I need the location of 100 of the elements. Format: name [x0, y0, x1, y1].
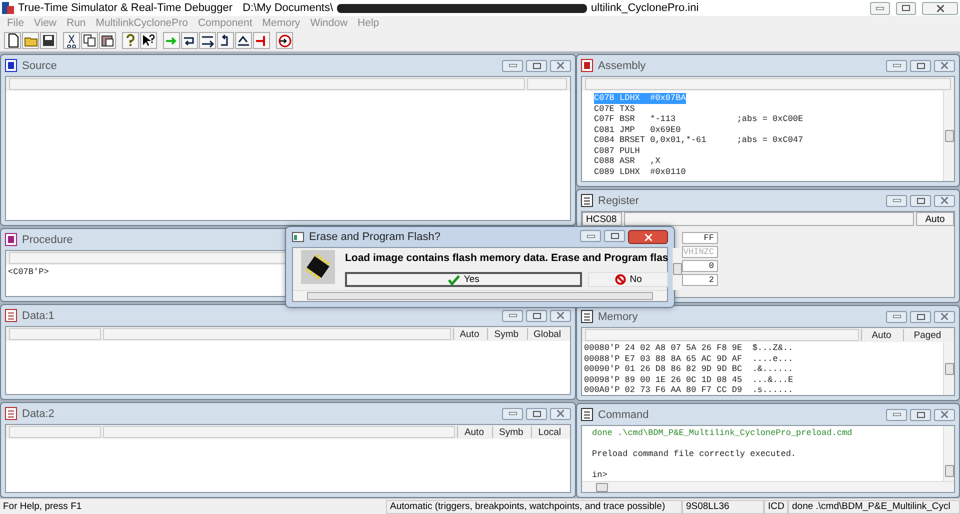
status-text: done .\cmd\BDM_P&E_Multilink_Cycl: [788, 500, 960, 514]
horizontal-scrollbar[interactable]: [582, 481, 954, 492]
maximize-button[interactable]: [910, 310, 931, 322]
minimize-icon: [586, 234, 594, 238]
toolbar-button[interactable]: [276, 32, 293, 49]
close-button[interactable]: [628, 230, 668, 244]
column-header[interactable]: Local: [531, 426, 567, 438]
restore-icon: [916, 314, 924, 320]
maximize-button[interactable]: [910, 408, 931, 420]
maximize-button[interactable]: [604, 230, 625, 242]
minimize-button[interactable]: [886, 310, 907, 322]
assembly-line[interactable]: C07E TXS: [594, 104, 941, 114]
toolbar-button[interactable]: [217, 32, 234, 49]
toolbar-button[interactable]: [99, 32, 116, 49]
procedure-window-icon: [5, 233, 17, 246]
reset-icon: [277, 33, 292, 48]
step-assembly-icon: [236, 33, 251, 48]
command-output: Preload command file correctly executed.: [592, 449, 798, 460]
scrollbar[interactable]: [943, 426, 954, 481]
window-title: Source: [22, 60, 57, 72]
paste-icon: [100, 33, 115, 48]
maximize-button[interactable]: [526, 60, 547, 72]
horizontal-scrollbar[interactable]: [293, 290, 667, 301]
register-value[interactable]: 0: [682, 260, 718, 272]
scrollbar[interactable]: [943, 91, 954, 181]
close-button[interactable]: [934, 60, 955, 72]
column-header[interactable]: Auto: [452, 328, 486, 340]
minimize-button[interactable]: [502, 408, 523, 420]
toolbar-button[interactable]: [4, 32, 21, 49]
close-icon: [936, 4, 944, 12]
maximize-button[interactable]: [910, 194, 931, 206]
minimize-icon: [508, 64, 516, 67]
close-button[interactable]: [550, 310, 571, 322]
app-title: True-Time Simulator & Real-Time Debugger: [18, 2, 233, 14]
mode-label[interactable]: Auto: [916, 212, 954, 226]
dialog-icon: [292, 232, 304, 242]
minimize-button[interactable]: [886, 408, 907, 420]
maximize-button[interactable]: [526, 310, 547, 322]
column-header[interactable]: Auto: [861, 329, 901, 341]
register-value[interactable]: 2: [682, 274, 718, 286]
column-header[interactable]: Global: [526, 328, 567, 340]
minimize-button[interactable]: [886, 60, 907, 72]
column-header[interactable]: Symb: [487, 328, 525, 340]
minimize-icon: [508, 314, 516, 317]
yes-button[interactable]: Yes: [345, 272, 582, 287]
assembly-line[interactable]: C087 PULH: [594, 146, 941, 156]
memory-row-text: 00090'P 01 26 D8 86 82 9D 9D BC .&......: [584, 364, 794, 374]
memory-row-text: 00088'P E7 03 88 8A 65 AC 9D AF ....e...: [584, 354, 794, 364]
minimize-button[interactable]: [502, 60, 523, 72]
column-header[interactable]: Paged: [903, 329, 951, 341]
toolbar-button[interactable]: [40, 32, 57, 49]
toolbar-button[interactable]: [181, 32, 198, 49]
scrollbar[interactable]: [672, 248, 682, 290]
memory-row-text: 00080'P 24 02 A8 07 5A 26 F8 9E $...Z&..: [584, 343, 794, 354]
close-button[interactable]: [550, 60, 571, 72]
toolbar-button[interactable]: [235, 32, 252, 49]
toolbar-button[interactable]: [140, 32, 157, 49]
close-button[interactable]: [934, 194, 955, 206]
close-button[interactable]: [922, 2, 958, 14]
maximize-button[interactable]: [896, 2, 916, 14]
column-header[interactable]: Symb: [492, 426, 530, 438]
window-title: Command: [598, 408, 649, 420]
minimize-button[interactable]: [886, 194, 907, 206]
register-value[interactable]: FF: [682, 232, 718, 244]
assembly-line[interactable]: C084 BRSET 0,0x01,*-61 ;abs = 0xC047: [594, 135, 941, 146]
minimize-button[interactable]: [580, 230, 601, 242]
memory-row-text: 000A0'P 02 73 F6 AA 80 F7 CC D9 .s......: [584, 385, 794, 395]
maximize-button[interactable]: [910, 60, 931, 72]
column-header[interactable]: Auto: [457, 426, 490, 438]
command-echo: done .\cmd\BDM_P&E_Multilink_CyclonePro_preload.cmd: [592, 428, 854, 438]
checkmark-icon: [448, 274, 460, 284]
context-help-icon: [141, 33, 156, 48]
close-icon: [557, 410, 564, 417]
assembly-line[interactable]: C088 ASR ,X: [594, 156, 941, 166]
command-window-icon: [581, 408, 593, 421]
toolbar-button[interactable]: [199, 32, 216, 49]
minimize-button[interactable]: [870, 2, 890, 14]
minimize-icon: [508, 412, 516, 415]
toolbar-button[interactable]: [81, 32, 98, 49]
no-button[interactable]: No: [588, 272, 668, 287]
assembly-line[interactable]: C081 JMP 0x69E0: [594, 124, 941, 135]
status-text: For Help, press F1: [2, 500, 83, 514]
copy-icon: [82, 33, 97, 48]
minimize-button[interactable]: [502, 310, 523, 322]
close-icon: [941, 411, 948, 418]
close-icon: [644, 234, 652, 240]
data-window-icon: [5, 407, 17, 420]
assembly-line[interactable]: C07F BSR *-113 ;abs = 0xC00E: [594, 114, 941, 124]
minimize-icon: [892, 199, 900, 202]
close-button[interactable]: [550, 408, 571, 420]
window-title: Register: [598, 194, 639, 206]
maximize-button[interactable]: [526, 408, 547, 420]
close-button[interactable]: [934, 310, 955, 322]
dialog-title: Erase and Program Flash?: [309, 231, 440, 243]
assembly-line[interactable]: C089 LDHX #0x0110: [594, 166, 941, 177]
close-button[interactable]: [934, 408, 955, 420]
scrollbar[interactable]: [943, 342, 954, 395]
window-title: Data:2: [22, 408, 54, 420]
toolbar-button[interactable]: [63, 32, 80, 49]
save-icon: [41, 33, 56, 48]
